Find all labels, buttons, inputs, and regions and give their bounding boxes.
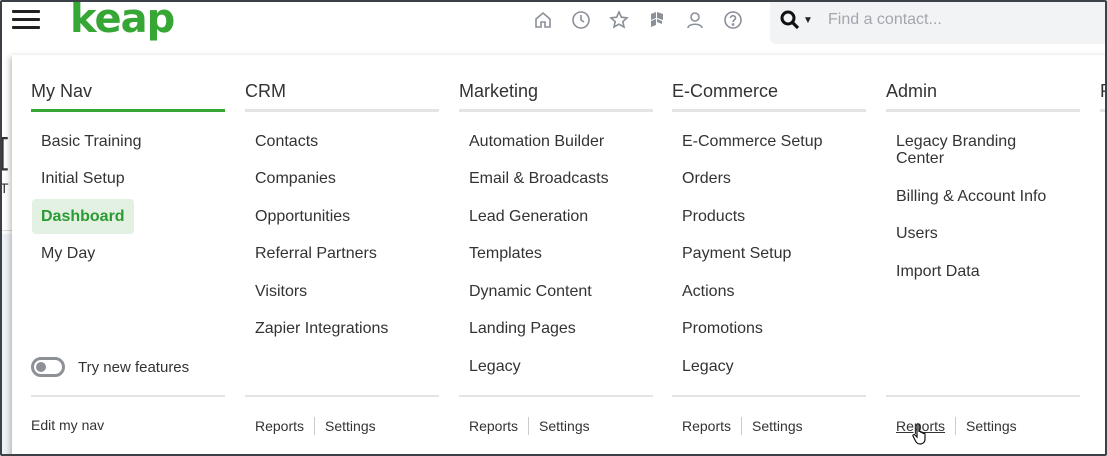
marketing-settings-link[interactable]: Settings xyxy=(539,418,590,434)
tab-ecommerce[interactable]: E-Commerce xyxy=(672,80,866,112)
nav-item-legacy-branding-center[interactable]: Legacy Branding Center xyxy=(896,133,1016,167)
home-icon[interactable] xyxy=(530,8,556,32)
nav-item-promotions[interactable]: Promotions xyxy=(682,320,763,337)
nav-item-my-day[interactable]: My Day xyxy=(41,245,95,262)
nav-item-lead-generation[interactable]: Lead Generation xyxy=(469,208,588,225)
nav-item-automation-builder[interactable]: Automation Builder xyxy=(469,133,604,150)
nav-item-actions[interactable]: Actions xyxy=(682,283,734,300)
divider xyxy=(672,395,866,397)
ecommerce-reports-link[interactable]: Reports xyxy=(682,418,731,434)
background-text: T xyxy=(0,180,9,196)
background-text: [ xyxy=(2,130,8,172)
marketing-reports-link[interactable]: Reports xyxy=(469,418,518,434)
nav-item-referral-partners[interactable]: Referral Partners xyxy=(255,245,377,262)
clock-icon[interactable] xyxy=(568,8,594,32)
nav-item-users[interactable]: Users xyxy=(896,225,938,242)
tab-admin[interactable]: Admin xyxy=(886,80,1080,112)
tab-truncated[interactable]: R xyxy=(1100,80,1105,112)
nav-item-contacts[interactable]: Contacts xyxy=(255,133,318,150)
edit-my-nav-link[interactable]: Edit my nav xyxy=(31,417,104,433)
separator xyxy=(314,417,316,435)
column-footer: Edit my nav xyxy=(31,417,104,433)
nav-item-legacy[interactable]: Legacy xyxy=(682,358,734,375)
nav-item-orders[interactable]: Orders xyxy=(682,170,731,187)
keap-logo[interactable]: keap xyxy=(70,2,175,42)
star-icon[interactable] xyxy=(606,8,632,32)
nav-item-zapier-integrations[interactable]: Zapier Integrations xyxy=(255,320,388,337)
header-icons xyxy=(530,8,746,32)
nav-item-payment-setup[interactable]: Payment Setup xyxy=(682,245,791,262)
nav-item-basic-training[interactable]: Basic Training xyxy=(41,133,142,150)
nav-item-import-data[interactable]: Import Data xyxy=(896,263,980,280)
nav-item-landing-pages[interactable]: Landing Pages xyxy=(469,320,576,337)
separator xyxy=(955,417,957,435)
nav-item-ecommerce-setup[interactable]: E-Commerce Setup xyxy=(682,133,823,150)
separator xyxy=(528,417,530,435)
divider xyxy=(245,395,439,397)
background-strip xyxy=(2,234,12,454)
hamburger-menu-icon[interactable] xyxy=(12,10,42,32)
nav-item-opportunities[interactable]: Opportunities xyxy=(255,208,350,225)
nav-item-billing-account-info[interactable]: Billing & Account Info xyxy=(896,188,1046,205)
user-icon[interactable] xyxy=(682,8,708,32)
ecommerce-settings-link[interactable]: Settings xyxy=(752,418,803,434)
admin-settings-link[interactable]: Settings xyxy=(966,418,1017,434)
flag-icon[interactable] xyxy=(644,8,670,32)
nav-dropdown-panel: My Nav Basic Training Initial Setup Dash… xyxy=(12,55,1105,454)
crm-settings-link[interactable]: Settings xyxy=(325,418,376,434)
nav-item-email-broadcasts[interactable]: Email & Broadcasts xyxy=(469,170,609,187)
nav-item-companies[interactable]: Companies xyxy=(255,170,336,187)
tab-crm[interactable]: CRM xyxy=(245,80,439,112)
separator xyxy=(741,417,743,435)
nav-item-dashboard[interactable]: Dashboard xyxy=(32,199,134,234)
divider xyxy=(459,395,653,397)
divider xyxy=(31,395,225,397)
search-box: ▼ xyxy=(770,2,1105,44)
nav-item-visitors[interactable]: Visitors xyxy=(255,283,307,300)
column-footer: Reports Settings xyxy=(682,417,803,435)
help-icon[interactable] xyxy=(720,8,746,32)
try-new-features-toggle[interactable] xyxy=(31,357,65,377)
crm-reports-link[interactable]: Reports xyxy=(255,418,304,434)
nav-item-dynamic-content[interactable]: Dynamic Content xyxy=(469,283,592,300)
column-footer: Reports Settings xyxy=(255,417,376,435)
toggle-label: Try new features xyxy=(78,359,190,376)
nav-item-products[interactable]: Products xyxy=(682,208,745,225)
chevron-down-icon: ▼ xyxy=(803,14,813,26)
divider xyxy=(886,395,1080,397)
tab-marketing[interactable]: Marketing xyxy=(459,80,653,112)
top-bar: keap ▼ xyxy=(2,2,1105,54)
nav-item-initial-setup[interactable]: Initial Setup xyxy=(41,170,125,187)
column-footer: Reports Settings xyxy=(469,417,590,435)
nav-item-templates[interactable]: Templates xyxy=(469,245,542,262)
search-input[interactable] xyxy=(828,8,1105,32)
search-type-dropdown[interactable]: ▼ xyxy=(780,10,813,30)
app-window: [ T keap xyxy=(0,0,1107,456)
tab-my-nav[interactable]: My Nav xyxy=(31,80,225,112)
hand-cursor-icon xyxy=(912,423,926,445)
search-icon xyxy=(780,10,800,30)
nav-item-legacy[interactable]: Legacy xyxy=(469,358,521,375)
